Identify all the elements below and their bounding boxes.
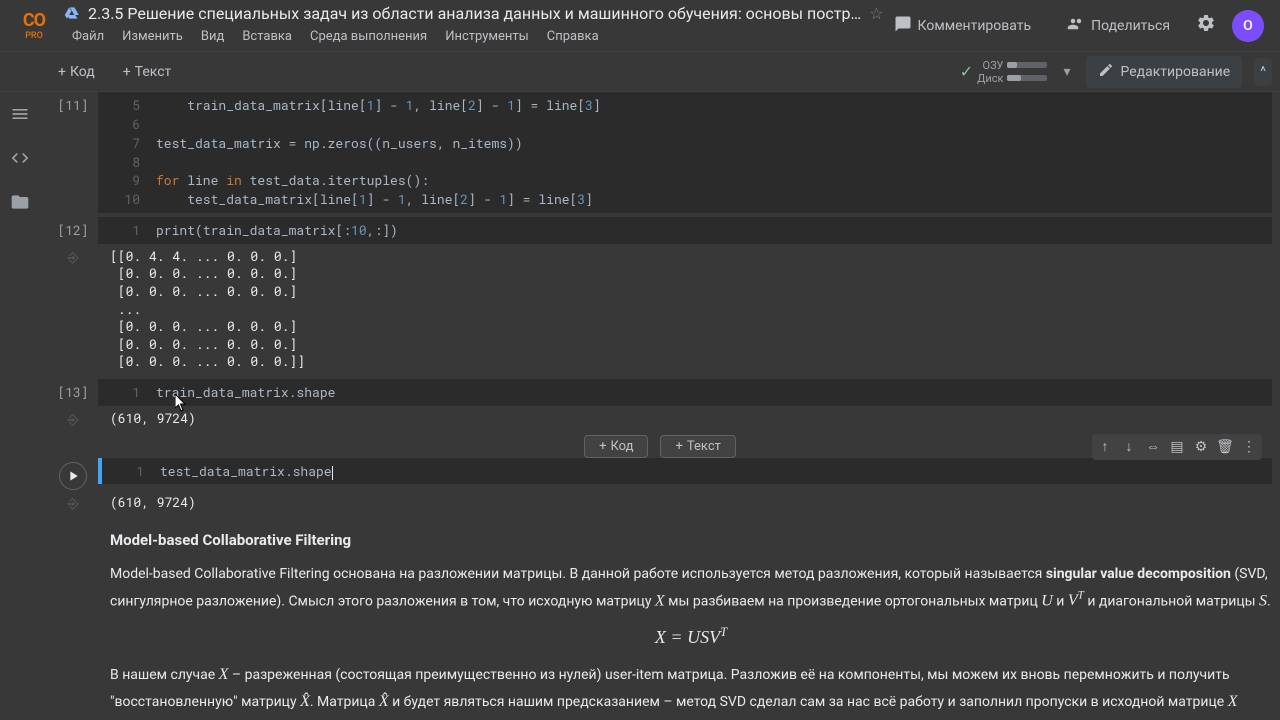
code-cell: [11] 5 train_data_matrix[line[1] - 1, li… (48, 92, 1272, 213)
editing-label: Редактирование (1120, 64, 1230, 80)
plus-icon: + (675, 439, 682, 454)
logo-symbol: CO (23, 10, 45, 31)
comment-icon (894, 15, 912, 37)
more-icon[interactable]: ⋮ (1238, 436, 1260, 458)
markdown-cell[interactable]: Model-based Collaborative Filtering Mode… (48, 520, 1272, 720)
menu-file[interactable]: Файл (64, 25, 112, 48)
insert-code-button[interactable]: +Код (584, 435, 648, 458)
colab-logo[interactable]: CO PRO (16, 8, 52, 44)
add-text-label: Текст (135, 64, 172, 80)
drive-icon (64, 5, 80, 21)
cell-settings-icon[interactable]: ⚙ (1190, 436, 1212, 458)
output-icon[interactable]: ⎆ (48, 410, 98, 428)
menu-edit[interactable]: Изменить (114, 25, 191, 48)
cell-output: (610, 9724) (98, 494, 196, 512)
code-editor[interactable]: 1train_data_matrix.shape (98, 379, 1272, 406)
resource-dropdown-icon[interactable]: ▾ (1059, 60, 1074, 84)
markdown-heading: Model-based Collaborative Filtering (110, 528, 1272, 554)
notebook-area[interactable]: [11] 5 train_data_matrix[line[1] - 1, li… (40, 92, 1280, 720)
code-cell-active: ↑ ↓ ⇔ ▤ ⚙ 🗑 ⋮ 1test_data_matrix.shape (48, 458, 1272, 516)
resource-indicator[interactable]: ОЗУ Диск (977, 59, 1047, 85)
cell-toolbar: ↑ ↓ ⇔ ▤ ⚙ 🗑 ⋮ (1092, 434, 1262, 460)
toc-icon[interactable] (8, 102, 32, 126)
share-button[interactable]: Поделиться (1057, 9, 1180, 43)
header: CO PRO 2.3.5 Решение специальных задач и… (0, 0, 1280, 52)
collapse-button[interactable]: ^ (1254, 58, 1272, 86)
menu-help[interactable]: Справка (539, 25, 607, 48)
share-icon (1067, 15, 1085, 37)
connected-check-icon: ✓ (960, 62, 973, 81)
markdown-paragraph: Model-based Collaborative Filtering осно… (110, 563, 1272, 614)
user-avatar[interactable]: O (1232, 10, 1264, 42)
cell-output: (610, 9724) (98, 410, 196, 428)
menu-tools[interactable]: Инструменты (437, 25, 537, 48)
markdown-paragraph: В нашем случае X – разреженная (состояща… (110, 661, 1272, 715)
exec-count: [12] (57, 221, 88, 239)
plus-icon: + (123, 64, 131, 80)
menu-insert[interactable]: Вставка (234, 25, 300, 48)
code-cell: [13] 1train_data_matrix.shape ⎆ (610, 97… (48, 379, 1272, 432)
move-up-icon[interactable]: ↑ (1094, 436, 1116, 458)
menu-bar: Файл Изменить Вид Вставка Среда выполнен… (64, 25, 884, 48)
code-editor[interactable]: 5 train_data_matrix[line[1] - 1, line[2]… (98, 92, 1272, 213)
comment-cell-icon[interactable]: ▤ (1166, 436, 1188, 458)
star-icon[interactable]: ☆ (869, 4, 883, 23)
menu-runtime[interactable]: Среда выполнения (302, 25, 435, 48)
output-icon[interactable]: ⎆ (48, 494, 98, 512)
code-editor[interactable]: 1print(train_data_matrix[:10,:]) (98, 217, 1272, 244)
add-code-label: Код (70, 64, 95, 80)
menu-view[interactable]: Вид (193, 25, 232, 48)
comment-label: Комментировать (918, 18, 1032, 34)
plus-icon: + (599, 439, 606, 454)
toolbar: + Код + Текст ✓ ОЗУ Диск ▾ Редактировани… (0, 52, 1280, 92)
code-cell: [12] 1print(train_data_matrix[:10,:]) ⎆ … (48, 217, 1272, 375)
editing-mode-button[interactable]: Редактирование (1086, 56, 1242, 88)
insert-text-button[interactable]: +Текст (660, 435, 735, 458)
comment-button[interactable]: Комментировать (884, 9, 1042, 43)
move-down-icon[interactable]: ↓ (1118, 436, 1140, 458)
link-icon[interactable]: ⇔ (1142, 436, 1164, 458)
ram-label: ОЗУ (983, 59, 1004, 72)
run-cell-button[interactable] (59, 462, 87, 490)
document-info: 2.3.5 Решение специальных задач из облас… (64, 4, 884, 48)
document-title[interactable]: 2.3.5 Решение специальных задач из облас… (88, 4, 861, 23)
code-snippets-icon[interactable] (8, 146, 32, 170)
plus-icon: + (58, 64, 66, 80)
disk-label: Диск (977, 72, 1003, 85)
exec-count: [13] (57, 383, 88, 401)
left-sidebar (0, 92, 40, 720)
delete-cell-icon[interactable]: 🗑 (1214, 436, 1236, 458)
math-formula: X = USVT (110, 622, 1272, 653)
pencil-icon (1098, 62, 1114, 82)
logo-pro-badge: PRO (25, 31, 43, 41)
files-icon[interactable] (8, 190, 32, 214)
share-label: Поделиться (1091, 18, 1170, 34)
settings-icon[interactable] (1196, 13, 1216, 38)
add-code-button[interactable]: + Код (48, 60, 105, 84)
output-icon[interactable]: ⎆ (48, 248, 98, 266)
code-editor[interactable]: 1test_data_matrix.shape (98, 458, 1272, 485)
header-actions: Комментировать Поделиться O (884, 9, 1264, 43)
exec-count: [11] (57, 96, 88, 114)
insert-cell-row: +Код +Текст (48, 436, 1272, 458)
cell-output: [[0. 4. 4. ... 0. 0. 0.] [0. 0. 0. ... 0… (98, 248, 305, 371)
add-text-button[interactable]: + Текст (113, 60, 182, 84)
